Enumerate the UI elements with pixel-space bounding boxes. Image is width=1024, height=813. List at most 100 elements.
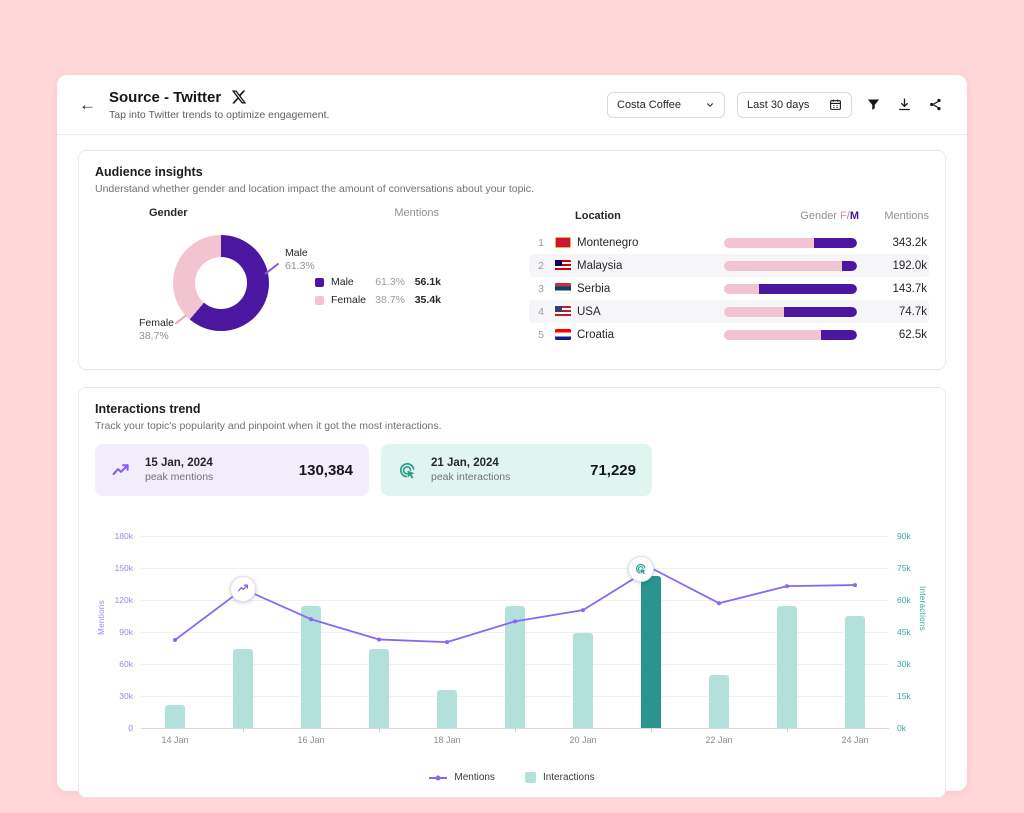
peak-interactions-date: 21 Jan, 2024 [431, 457, 510, 469]
x-axis-tick-label: 16 Jan [297, 735, 324, 745]
chart-legend-item-mentions[interactable]: Mentions [429, 772, 495, 783]
gender-legend: Male61.3%56.1kFemale38.7%35.4k [315, 273, 441, 309]
gender-mentions-header: Mentions [394, 207, 439, 219]
location-rank: 1 [531, 237, 551, 249]
legend-swatch [315, 296, 324, 305]
legend-percent: 38.7% [369, 294, 405, 306]
peak-mentions-value: 130,384 [299, 462, 353, 479]
right-axis-tick: 45k [897, 627, 911, 637]
legend-label: Female [331, 294, 369, 306]
location-name: Montenegro [577, 237, 724, 249]
topic-select[interactable]: Costa Coffee [607, 92, 725, 118]
page-header: ← Source - Twitter Tap into Twitter tren… [57, 75, 967, 135]
chart-legend: Mentions Interactions [95, 772, 929, 783]
donut-hole [195, 257, 247, 309]
location-column-title: Location [575, 210, 719, 222]
x-axis-tick-label: 22 Jan [705, 735, 732, 745]
location-mentions-value: 74.7k [857, 306, 927, 318]
gender-ratio-bar [724, 330, 857, 340]
location-row: 5Croatia62.5k [529, 323, 929, 346]
gender-legend-item: Female38.7%35.4k [315, 291, 441, 309]
location-mentions-value: 192.0k [857, 260, 927, 272]
right-axis-tick: 60k [897, 595, 911, 605]
back-button[interactable]: ← [79, 95, 99, 115]
gender-ratio-bar [724, 238, 857, 248]
left-axis-tick: 60k [119, 659, 133, 669]
x-axis-tick-label: 14 Jan [161, 735, 188, 745]
date-range-value: Last 30 days [747, 99, 809, 111]
gender-ratio-bar [724, 261, 857, 271]
chart-legend-item-interactions[interactable]: Interactions [525, 772, 595, 783]
x-axis-tick-mark [379, 728, 380, 732]
peak-interactions-label: peak interactions [431, 471, 510, 483]
location-name: USA [577, 306, 724, 318]
click-icon [397, 460, 418, 481]
left-axis-tick: 150k [115, 563, 133, 573]
chart-legend-label: Mentions [454, 772, 495, 783]
peak-mentions-date: 15 Jan, 2024 [145, 457, 213, 469]
mentions-point-20-jan [581, 608, 585, 612]
mentions-point-16-jan [309, 617, 313, 621]
chart-legend-label: Interactions [543, 772, 595, 783]
peak-interactions-card: 21 Jan, 2024 peak interactions 71,229 [381, 444, 652, 496]
female-callout: Female 38.7% [139, 317, 174, 342]
chevron-down-icon [705, 100, 715, 110]
male-callout: Male 61.3% [285, 247, 315, 272]
mentions-point-14-jan [173, 638, 177, 642]
location-row: 4 USA 74.7k [529, 300, 929, 323]
gender-donut-chart [173, 235, 269, 331]
location-rank: 3 [531, 283, 551, 295]
gender-section: Gender Mentions Male 61.3% [139, 207, 439, 355]
peak-mentions-label: peak mentions [145, 471, 213, 483]
location-rank: 4 [531, 306, 551, 318]
serbia-flag-icon [555, 283, 571, 294]
mentions-point-19-jan [513, 619, 517, 623]
usa-flag-icon [555, 306, 571, 317]
audience-insights-card: Audience insights Understand whether gen… [78, 150, 946, 370]
dashboard-panel: ← Source - Twitter Tap into Twitter tren… [57, 75, 967, 791]
filter-button[interactable] [864, 95, 883, 114]
trending-up-icon [111, 460, 132, 481]
topic-select-value: Costa Coffee [617, 99, 681, 111]
left-axis-label: Mentions [97, 600, 106, 635]
interactions-chart: Mentions Interactions 180k90k150k75k120k… [95, 514, 929, 746]
download-button[interactable] [895, 95, 914, 114]
x-axis-tick-label: 18 Jan [433, 735, 460, 745]
location-rank: 2 [531, 260, 551, 272]
left-axis-tick: 180k [115, 531, 133, 541]
female-callout-line [175, 315, 187, 325]
audience-title: Audience insights [95, 165, 929, 179]
gender-fm-header: Gender F/M [719, 210, 859, 222]
location-mentions-value: 343.2k [857, 237, 927, 249]
left-axis-tick: 90k [119, 627, 133, 637]
mentions-point-17-jan [377, 637, 381, 641]
croatia-flag-icon [555, 329, 571, 340]
right-axis-tick: 0k [897, 723, 906, 733]
location-row: 2Malaysia192.0k [529, 254, 929, 277]
audience-description: Understand whether gender and location i… [95, 183, 929, 195]
mentions-point-18-jan [445, 640, 449, 644]
share-button[interactable] [926, 95, 945, 114]
location-mentions-value: 62.5k [857, 329, 927, 341]
mentions-point-22-jan [717, 601, 721, 605]
interactions-trend-card: Interactions trend Track your topic's po… [78, 387, 946, 798]
interactions-description: Track your topic's popularity and pinpoi… [95, 420, 929, 432]
location-name: Croatia [577, 329, 724, 341]
mentions-point-23-jan [785, 584, 789, 588]
interactions-title: Interactions trend [95, 402, 929, 416]
x-axis-tick-label: 20 Jan [569, 735, 596, 745]
location-table: 1 Montenegro 343.2k 2Malaysia192.0k 3 Serbia 1… [529, 231, 929, 346]
peak-mentions-card: 15 Jan, 2024 peak mentions 130,384 [95, 444, 369, 496]
location-name: Serbia [577, 283, 724, 295]
date-range-picker[interactable]: Last 30 days [737, 92, 852, 118]
location-mentions-value: 143.7k [857, 283, 927, 295]
bar-series-icon [525, 772, 536, 783]
mentions-line-series [141, 536, 889, 728]
left-axis-tick: 120k [115, 595, 133, 605]
peak-interactions-value: 71,229 [590, 462, 636, 479]
legend-label: Male [331, 276, 369, 288]
gender-legend-item: Male61.3%56.1k [315, 273, 441, 291]
left-axis-tick: 30k [119, 691, 133, 701]
x-axis-tick-label: 24 Jan [841, 735, 868, 745]
right-axis-tick: 15k [897, 691, 911, 701]
